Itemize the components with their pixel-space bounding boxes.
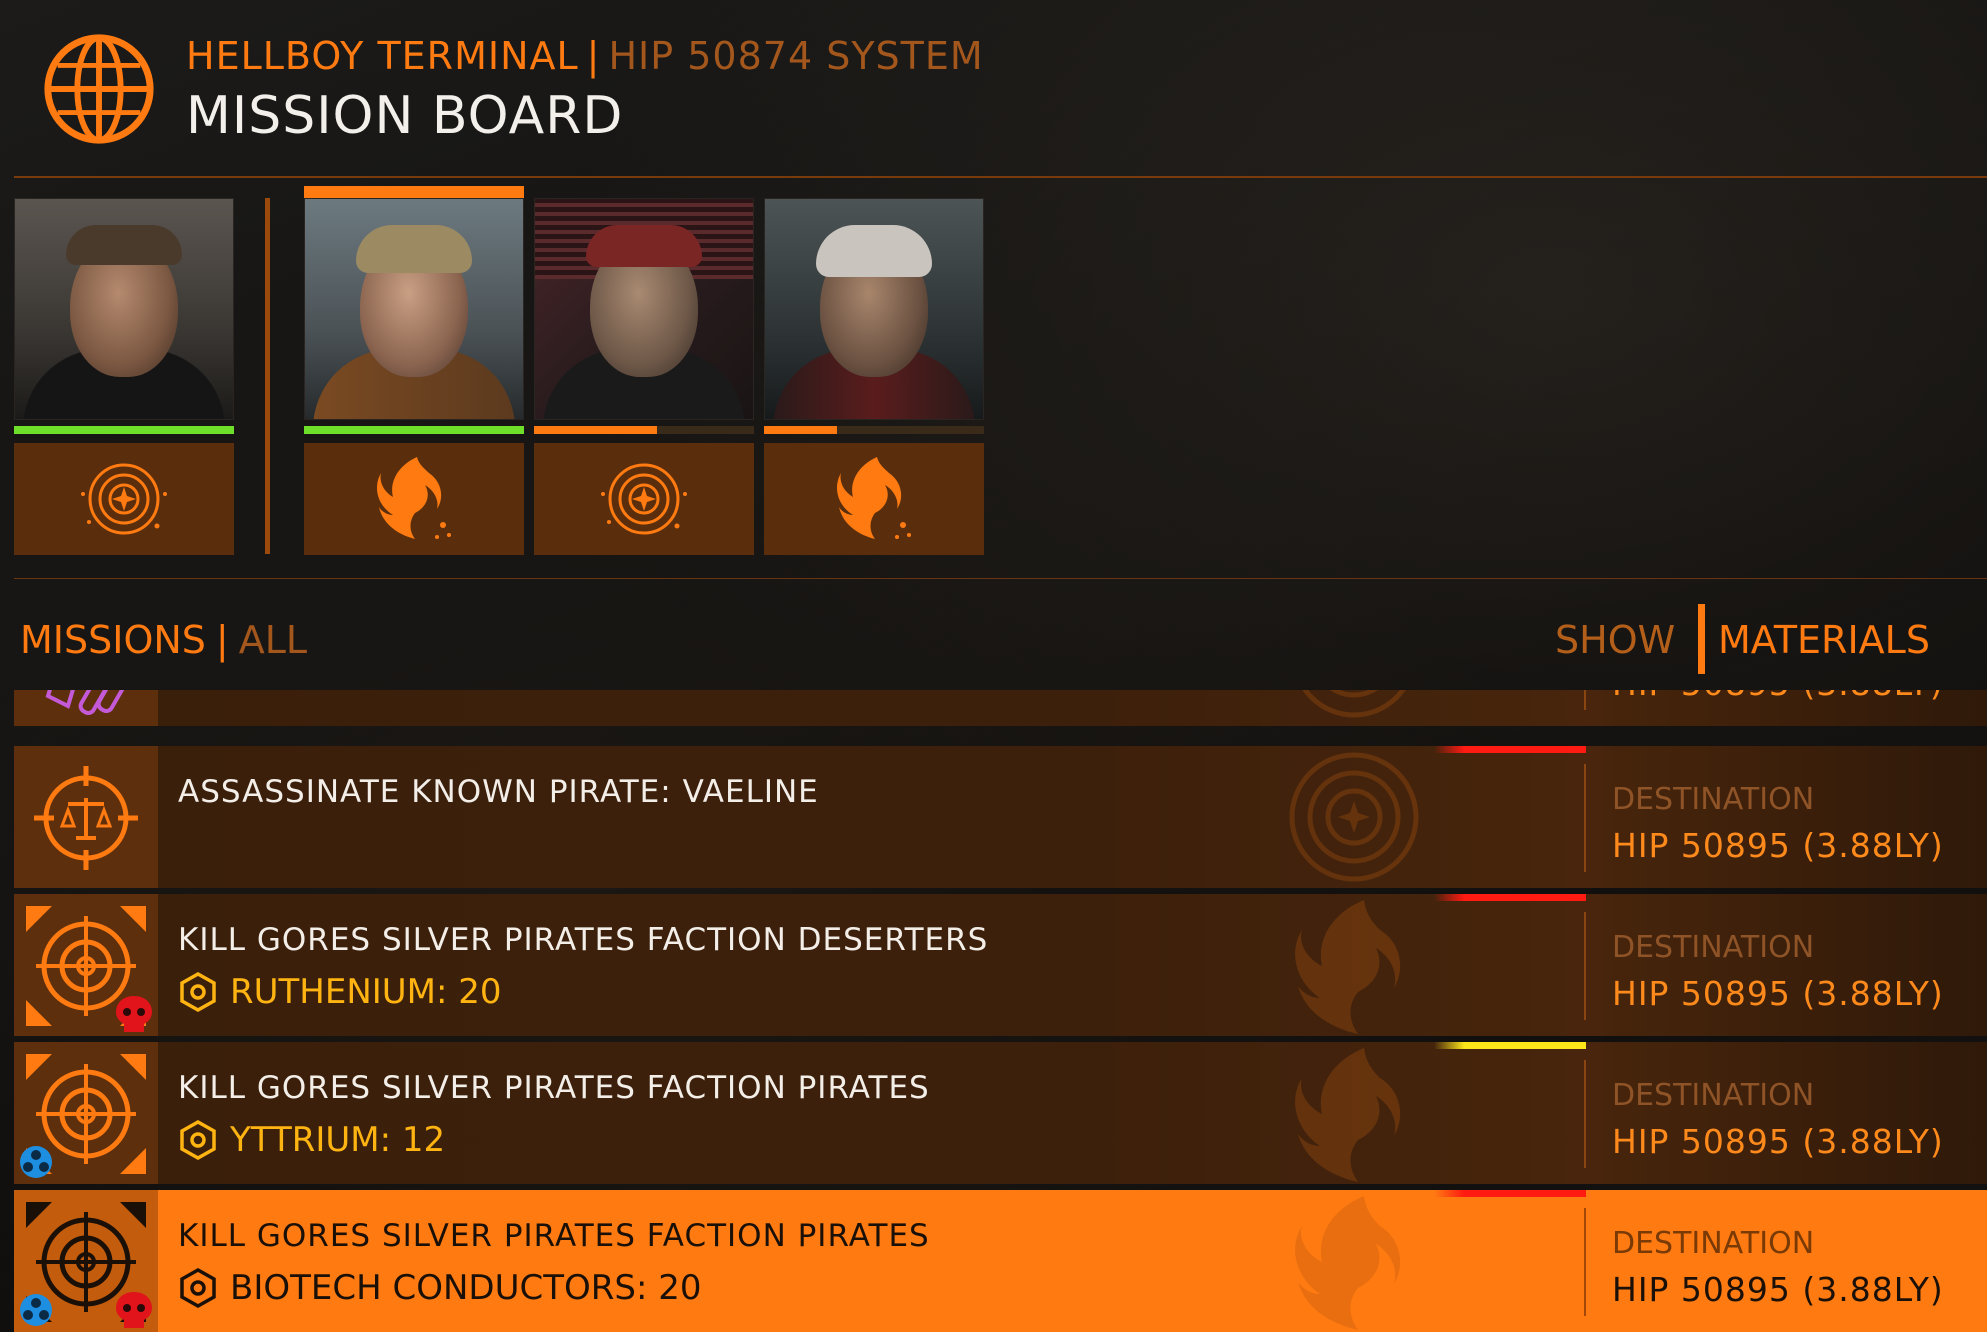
federation-emblem-icon — [81, 463, 167, 535]
system-name: HIP 50874 SYSTEM — [608, 34, 984, 78]
mission-icon-box — [14, 1042, 158, 1184]
mission-list[interactable]: HIP 50895 (3.88LY) ASSASSINAT — [14, 690, 1987, 1332]
station-name: HELLBOY TERMINAL — [186, 34, 579, 78]
mission-row[interactable]: KILL GORES SILVER PIRATES FACTION DESERT… — [14, 894, 1987, 1036]
federation-watermark-icon — [1289, 752, 1419, 882]
material-reward-icon — [180, 1120, 216, 1160]
contacts-divider — [265, 198, 270, 554]
skull-icon — [116, 1292, 152, 1328]
federation-emblem-icon — [601, 463, 687, 535]
page-title: MISSION BOARD — [186, 86, 624, 146]
federation-watermark-icon — [1302, 690, 1406, 718]
mission-row-selected[interactable]: KILL GORES SILVER PIRATES FACTION PIRATE… — [14, 1190, 1987, 1332]
urgency-indicator — [1434, 894, 1586, 901]
missions-label: MISSIONS — [20, 618, 206, 662]
destination-separator — [1584, 1060, 1586, 1168]
destination-value: HIP 50895 (3.88LY) — [1612, 1270, 1944, 1309]
destination-label: DESTINATION — [1612, 930, 1815, 965]
mission-reward: BIOTECH CONDUCTORS: 20 — [178, 1268, 701, 1308]
destination-separator — [1584, 1208, 1586, 1316]
show-label: SHOW — [1555, 618, 1676, 662]
reputation-fill — [764, 426, 837, 434]
mission-row[interactable]: KILL GORES SILVER PIRATES FACTION PIRATE… — [14, 1042, 1987, 1184]
mission-row[interactable]: ASSASSINATE KNOWN PIRATE: VAELINE DESTIN… — [14, 746, 1987, 888]
destination-label: DESTINATION — [1612, 1078, 1815, 1113]
material-reward-icon — [180, 1268, 216, 1308]
contact-faction-4[interactable] — [764, 443, 984, 555]
urgency-indicator — [1434, 1190, 1586, 1197]
destination-label: DESTINATION — [1612, 782, 1815, 817]
header-divider — [14, 176, 1987, 178]
galaxy-globe-icon — [44, 34, 154, 144]
contact-reputation-bar-1 — [14, 426, 234, 434]
phoenix-watermark-icon — [1295, 1048, 1401, 1182]
mission-icon-box — [14, 690, 158, 726]
contact-reputation-bar-3 — [534, 426, 754, 434]
materials-icon — [45, 690, 126, 716]
contact-portrait-1[interactable] — [14, 198, 234, 420]
urgency-indicator — [1434, 1042, 1586, 1049]
missions-separator: | — [215, 618, 229, 662]
show-selector-bar — [1698, 604, 1705, 674]
phoenix-watermark-icon — [1295, 1196, 1401, 1330]
contact-faction-3[interactable] — [534, 443, 754, 555]
destination-separator — [1584, 764, 1586, 872]
contact-reputation-bar-4 — [764, 426, 984, 434]
wing-icon — [20, 1294, 52, 1326]
skull-icon — [116, 996, 152, 1032]
reward-text: BIOTECH CONDUCTORS: 20 — [230, 1268, 702, 1308]
show-filter-select[interactable]: MATERIALS — [1718, 618, 1930, 662]
destination-value: HIP 50895 (3.88LY) — [1612, 1122, 1944, 1161]
destination-label: DESTINATION — [1612, 1226, 1815, 1261]
contact-portrait-3[interactable] — [534, 198, 754, 420]
material-reward-icon — [180, 972, 216, 1012]
mission-title: ASSASSINATE KNOWN PIRATE: VAELINE — [178, 774, 819, 810]
mission-icon-box — [14, 746, 158, 888]
mission-title: KILL GORES SILVER PIRATES FACTION PIRATE… — [178, 1218, 930, 1254]
mission-reward: YTTRIUM: 12 — [178, 1120, 445, 1160]
destination-value: HIP 50895 (3.88LY) — [1612, 690, 1944, 703]
destination-separator — [1584, 912, 1586, 1020]
mission-title: KILL GORES SILVER PIRATES FACTION DESERT… — [178, 922, 989, 958]
reputation-fill — [534, 426, 658, 434]
reputation-fill — [14, 426, 234, 434]
contacts-divider-line — [14, 578, 1987, 579]
mission-icon-box — [14, 894, 158, 1036]
assassinate-target-icon — [34, 766, 138, 870]
phoenix-watermark-icon — [1295, 900, 1401, 1034]
selected-contact-indicator — [304, 186, 524, 198]
reputation-fill — [304, 426, 524, 434]
urgency-indicator — [1434, 746, 1586, 753]
phoenix-emblem-icon — [377, 457, 451, 539]
mission-reward: RUTHENIUM: 20 — [178, 972, 502, 1012]
destination-separator — [1584, 690, 1586, 710]
station-system-line: HELLBOY TERMINAL | HIP 50874 SYSTEM — [186, 34, 984, 78]
destination-value: HIP 50895 (3.88LY) — [1612, 826, 1944, 865]
mission-row[interactable]: HIP 50895 (3.88LY) — [14, 690, 1987, 726]
missions-header: MISSIONS | ALL — [20, 618, 307, 662]
header-separator: | — [586, 34, 601, 78]
reward-text: RUTHENIUM: 20 — [230, 972, 502, 1012]
mission-icon-box — [14, 1190, 158, 1332]
contact-reputation-bar-2 — [304, 426, 524, 434]
phoenix-emblem-icon — [837, 457, 911, 539]
wing-icon — [20, 1146, 52, 1178]
contact-faction-2[interactable] — [304, 443, 524, 555]
contact-portrait-4[interactable] — [764, 198, 984, 420]
contact-faction-1[interactable] — [14, 443, 234, 555]
contact-portrait-2[interactable] — [304, 198, 524, 420]
reward-text: YTTRIUM: 12 — [230, 1120, 446, 1160]
mission-title: KILL GORES SILVER PIRATES FACTION PIRATE… — [178, 1070, 930, 1106]
missions-filter[interactable]: ALL — [239, 618, 307, 662]
destination-value: HIP 50895 (3.88LY) — [1612, 974, 1944, 1013]
